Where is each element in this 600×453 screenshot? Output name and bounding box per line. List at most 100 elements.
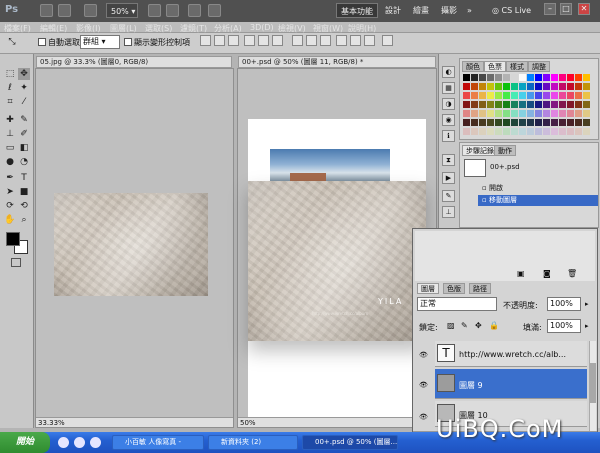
pen-tool-icon[interactable]: ✒ [4,172,16,184]
align-bottom-icon[interactable] [228,35,239,46]
color-swatch[interactable] [463,101,470,108]
menu-window[interactable]: 視窗(W) [313,23,343,34]
zoom-tool-icon[interactable] [166,4,179,17]
color-swatch[interactable] [495,92,502,99]
color-swatch[interactable] [503,83,510,90]
lasso-tool-icon[interactable]: ℓ [4,82,16,94]
history-new-document-icon[interactable]: ▣ [517,269,525,278]
menu-file[interactable]: 檔案(F) [4,23,31,34]
color-swatch[interactable] [559,110,566,117]
color-swatch[interactable] [535,83,542,90]
color-swatch[interactable] [575,74,582,81]
color-swatch[interactable] [479,101,486,108]
color-swatch[interactable] [567,101,574,108]
blend-mode-select[interactable]: 正常 [417,297,497,311]
color-swatch[interactable] [567,74,574,81]
color-swatch[interactable] [471,92,478,99]
color-swatch[interactable] [551,92,558,99]
dodge-tool-icon[interactable]: ◔ [18,156,30,168]
color-swatch[interactable] [567,83,574,90]
menu-analysis[interactable]: 分析(A) [214,23,242,34]
align-right-icon[interactable] [272,35,283,46]
color-swatch[interactable] [487,110,494,117]
tab-swatches[interactable]: 色票 [484,61,506,72]
color-swatch[interactable] [511,119,518,126]
opacity-input[interactable]: 100% [547,297,581,311]
color-swatch[interactable] [535,92,542,99]
masks-panel-icon[interactable]: ◉ [442,114,455,126]
color-swatch[interactable] [551,119,558,126]
color-swatch[interactable] [479,92,486,99]
taskbar-button-folder[interactable]: 新資料夾 (2) [208,435,298,450]
color-swatch[interactable] [519,83,526,90]
tab-layers[interactable]: 圖層 [417,283,439,294]
layer-row-text[interactable]: T http://www.wretch.cc/alb... [435,341,587,367]
color-swatch[interactable] [527,101,534,108]
show-transform-checkbox[interactable] [124,38,132,46]
color-swatch[interactable] [543,110,550,117]
color-swatch[interactable] [463,110,470,117]
type-tool-icon[interactable]: T [18,172,30,184]
folder-quicklaunch-icon[interactable] [90,437,101,448]
3d-camera-tool-icon[interactable]: ⟲ [18,200,30,212]
hand-tool-icon[interactable]: ✋ [4,214,16,226]
tab-history[interactable]: 步驟記錄 [462,145,498,156]
brush-tool-icon[interactable]: ✎ [18,114,30,126]
color-swatch[interactable] [567,119,574,126]
quick-mask-icon[interactable] [11,258,21,267]
color-swatch[interactable] [471,74,478,81]
menu-edit[interactable]: 編輯(E) [40,23,67,34]
workspace-photography-button[interactable]: 攝影 [437,3,461,18]
color-swatch[interactable] [543,119,550,126]
blur-tool-icon[interactable]: ● [4,156,16,168]
color-swatch[interactable] [511,74,518,81]
workspace-painting-button[interactable]: 繪畫 [409,3,433,18]
color-swatch[interactable] [487,101,494,108]
history-delete-icon[interactable]: 🗑 [567,269,577,278]
workspace-more-button[interactable]: » [463,3,476,18]
document-canvas-area-1[interactable]: 33.33% [35,68,234,428]
taskbar-button-photoshop[interactable]: 00+.psd @ 50% (圖層... [302,435,398,450]
color-swatch[interactable] [527,110,534,117]
tab-color[interactable]: 顏色 [462,61,484,72]
document-tab-05jpg[interactable]: 05.jpg @ 33.3% (圖層0, RGB/8) [36,56,232,68]
color-swatch[interactable] [575,119,582,126]
media-quicklaunch-icon[interactable] [74,437,85,448]
color-swatch[interactable] [559,119,566,126]
color-swatch[interactable] [463,119,470,126]
color-swatch[interactable] [559,83,566,90]
color-swatch[interactable] [487,74,494,81]
color-swatch[interactable] [495,110,502,117]
color-swatch[interactable] [511,110,518,117]
color-swatch[interactable] [511,83,518,90]
color-swatch[interactable] [551,110,558,117]
color-swatch[interactable] [535,110,542,117]
history-snapshot-thumbnail[interactable] [464,159,486,177]
maximize-button[interactable]: □ [560,3,572,15]
distribute-vcenter-icon[interactable] [306,35,317,46]
color-swatch[interactable] [519,110,526,117]
opacity-slider-arrow-icon[interactable]: ▸ [585,300,589,308]
bridge-icon[interactable] [40,4,53,17]
move-tool-preset-icon[interactable]: ⤡ [6,36,18,48]
menu-image[interactable]: 影像(I) [76,23,101,34]
history-step-open[interactable]: ▫ 開啟 [478,183,598,194]
color-swatch[interactable] [583,101,590,108]
healing-brush-tool-icon[interactable]: ✚ [4,114,16,126]
move-tool-icon[interactable]: ✥ [18,68,30,80]
history-new-snapshot-icon[interactable]: ◙ [543,269,551,278]
visibility-eye-icon[interactable]: 👁 [418,351,429,359]
layer-row-9[interactable]: 圖層 9 [435,369,587,399]
lock-transparent-icon[interactable]: ▨ [447,321,455,330]
tab-actions[interactable]: 動作 [494,145,516,156]
color-swatch[interactable] [503,92,510,99]
clone-source-panel-icon[interactable]: ⊥ [442,206,455,218]
color-swatch[interactable] [479,83,486,90]
arrange-documents-icon[interactable] [188,4,201,17]
document-tab-00psd[interactable]: 00+.psd @ 50% (圖層 11, RGB/8) * [238,56,436,68]
color-swatch[interactable] [519,128,526,135]
color-swatch[interactable] [527,119,534,126]
tab-adjustments[interactable]: 調整 [528,61,550,72]
tab-styles[interactable]: 樣式 [506,61,528,72]
3d-rotate-tool-icon[interactable]: ⟳ [4,200,16,212]
